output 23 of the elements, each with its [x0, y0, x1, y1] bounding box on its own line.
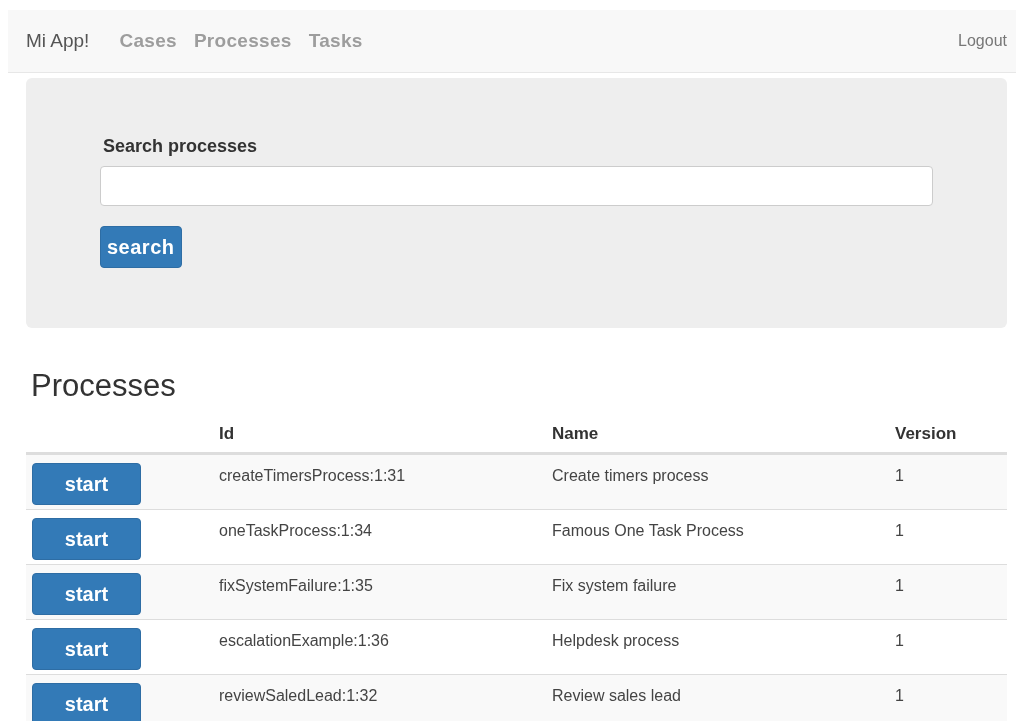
table-cell: 1	[895, 564, 1007, 619]
nav-link[interactable]: Processes	[193, 30, 292, 52]
table-cell: 1	[895, 674, 1007, 721]
start-button[interactable]: start	[32, 628, 141, 670]
table-cell: reviewSaledLead:1:32	[219, 674, 552, 721]
start-button[interactable]: start	[32, 463, 141, 505]
table-cell: Fix system failure	[552, 564, 895, 619]
nav-link[interactable]: Tasks	[308, 30, 363, 52]
table-cell: Review sales lead	[552, 674, 895, 721]
search-button[interactable]: search	[100, 226, 182, 268]
section-heading: Processes	[31, 368, 177, 404]
start-button[interactable]: start	[32, 573, 141, 615]
table-cell: 1	[895, 454, 1007, 509]
brand-link[interactable]: Mi App!	[26, 30, 90, 52]
table-cell: createTimersProcess:1:31	[219, 454, 552, 509]
table-cell: Create timers process	[552, 454, 895, 509]
logout-link[interactable]: Logout	[958, 32, 1007, 50]
start-button[interactable]: start	[32, 683, 141, 721]
nav-link[interactable]: Cases	[119, 30, 177, 52]
start-button[interactable]: start	[32, 518, 141, 560]
search-label: Search processes	[103, 136, 259, 157]
search-field[interactable]	[100, 166, 933, 206]
table-cell: fixSystemFailure:1:35	[219, 564, 552, 619]
